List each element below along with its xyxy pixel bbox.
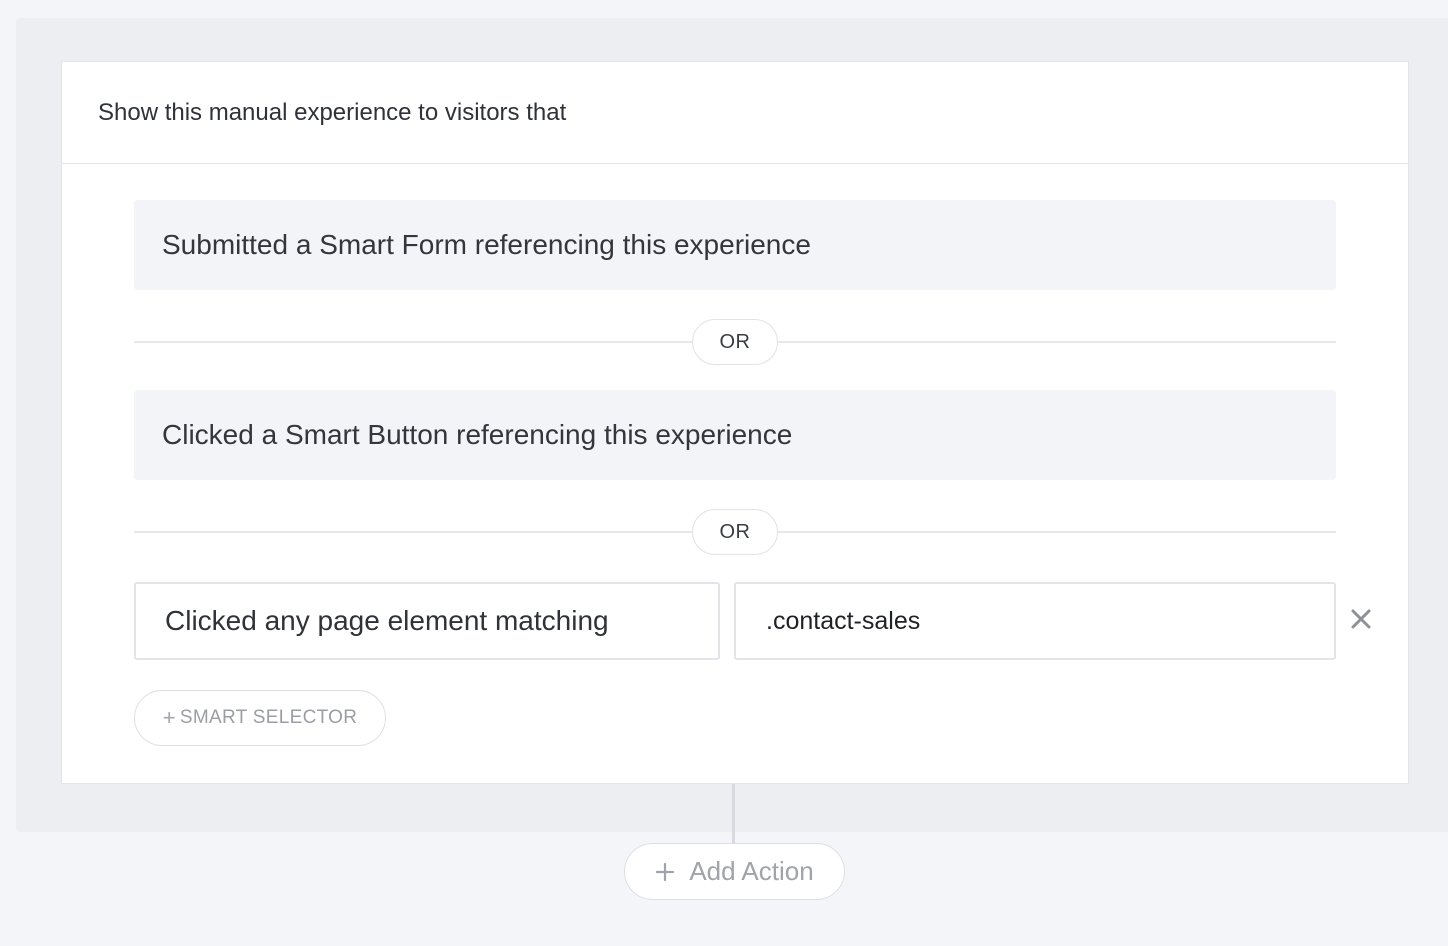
condition-smart-button[interactable]: Clicked a Smart Button referencing this … bbox=[134, 390, 1336, 480]
connector-line bbox=[732, 784, 735, 844]
card-header: Show this manual experience to visitors … bbox=[62, 62, 1408, 164]
smart-selector-label: SMART SELECTOR bbox=[179, 707, 358, 728]
or-divider: OR bbox=[134, 319, 1336, 365]
or-badge: OR bbox=[692, 319, 778, 365]
plus-icon bbox=[655, 862, 675, 882]
condition-smart-form[interactable]: Submitted a Smart Form referencing this … bbox=[134, 200, 1336, 290]
selector-value-text: .contact-sales bbox=[766, 606, 921, 635]
selector-value-input[interactable]: .contact-sales bbox=[734, 582, 1336, 660]
or-badge: OR bbox=[692, 509, 778, 555]
card-title: Show this manual experience to visitors … bbox=[98, 98, 567, 126]
selector-type-label: Clicked any page element matching bbox=[165, 605, 609, 636]
condition-label: Submitted a Smart Form referencing this … bbox=[162, 229, 811, 260]
add-action-button[interactable]: Add Action bbox=[624, 843, 845, 900]
condition-label: Clicked a Smart Button referencing this … bbox=[162, 419, 793, 450]
remove-rule-button[interactable] bbox=[1344, 602, 1378, 636]
close-icon bbox=[1351, 609, 1371, 629]
add-action-label: Add Action bbox=[689, 856, 814, 886]
or-divider: OR bbox=[134, 509, 1336, 555]
plus-icon: + bbox=[162, 705, 176, 730]
audience-card: Show this manual experience to visitors … bbox=[61, 61, 1409, 784]
selector-type-dropdown[interactable]: Clicked any page element matching bbox=[134, 582, 720, 660]
add-smart-selector-button[interactable]: + SMART SELECTOR bbox=[134, 690, 386, 746]
